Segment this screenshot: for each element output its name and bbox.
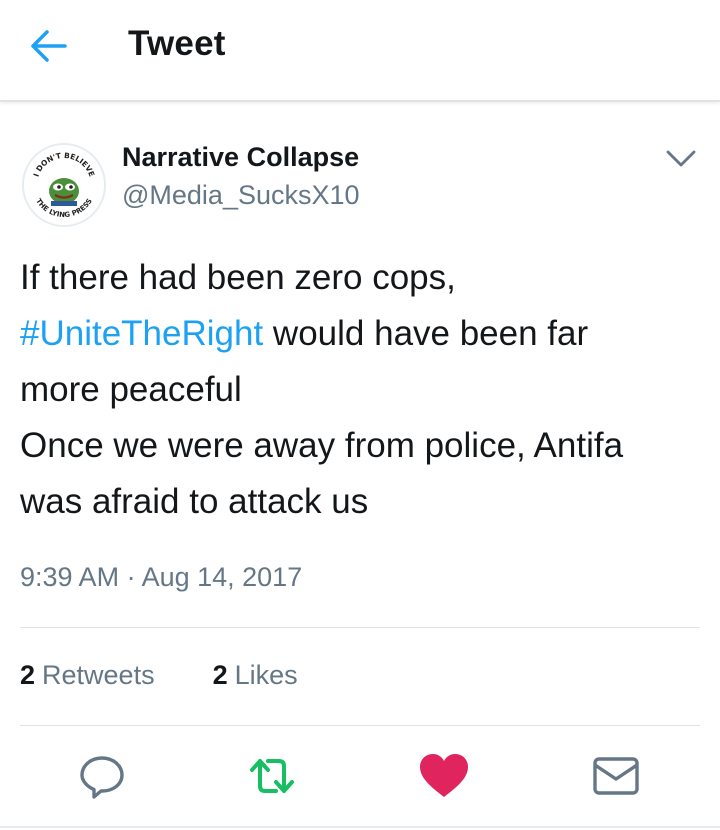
retweets-label: Retweets xyxy=(42,660,155,690)
tweet-stats: 2 Retweets 2 Likes xyxy=(20,660,298,691)
tweet-text-line: If there had been zero cops, xyxy=(20,258,456,297)
divider xyxy=(20,627,700,628)
retweet-button[interactable] xyxy=(242,745,302,807)
author-name[interactable]: Narrative Collapse xyxy=(122,142,359,173)
chevron-down-icon xyxy=(666,150,696,167)
action-bar xyxy=(0,745,720,807)
reply-button[interactable] xyxy=(72,745,132,807)
retweet-icon xyxy=(250,759,294,793)
reply-icon xyxy=(80,756,124,799)
tweet-text: If there had been zero cops, #UniteTheRi… xyxy=(20,250,700,530)
page-title: Tweet xyxy=(128,24,226,63)
likes-count: 2 xyxy=(212,660,228,690)
share-via-message-button[interactable] xyxy=(586,745,646,807)
divider xyxy=(20,725,700,726)
back-button[interactable] xyxy=(26,26,70,66)
tweet-text-line: was afraid to attack us xyxy=(20,482,369,521)
author-handle[interactable]: @Media_SucksX10 xyxy=(122,180,360,211)
tweet-timestamp[interactable]: 9:39 AM · Aug 14, 2017 xyxy=(20,562,302,593)
tweet-text-line: more peaceful xyxy=(20,370,242,409)
tweet-text-line: Once we were away from police, Antifa xyxy=(20,426,624,465)
likes-label: Likes xyxy=(234,660,298,690)
top-app-bar: Tweet xyxy=(0,0,720,102)
hashtag-link[interactable]: #UniteTheRight xyxy=(20,314,263,353)
likes-stat[interactable]: 2 Likes xyxy=(213,660,298,691)
arrow-left-icon xyxy=(31,30,67,62)
retweets-stat[interactable]: 2 Retweets xyxy=(20,660,155,691)
divider xyxy=(0,826,720,828)
like-button[interactable] xyxy=(414,745,474,807)
more-options-button[interactable] xyxy=(664,146,698,172)
avatar-image: I DON'T BELIEVE THE LYING PRESS xyxy=(24,145,104,225)
retweets-count: 2 xyxy=(20,660,36,690)
avatar[interactable]: I DON'T BELIEVE THE LYING PRESS xyxy=(22,143,106,227)
heart-icon xyxy=(420,754,468,797)
mail-icon xyxy=(593,757,639,795)
tweet-text-line: #UniteTheRight would have been far xyxy=(20,314,589,353)
